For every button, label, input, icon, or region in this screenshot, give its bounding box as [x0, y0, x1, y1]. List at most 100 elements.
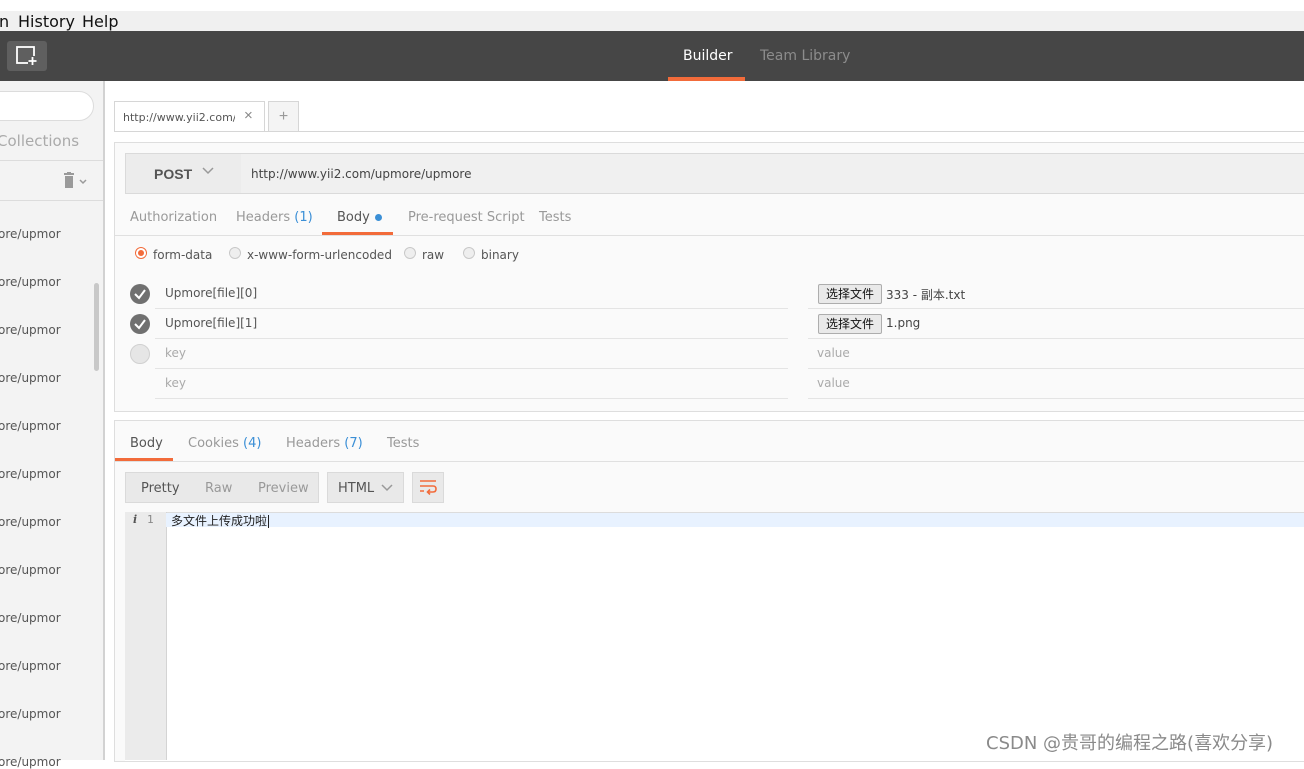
row-enabled-checkbox[interactable] — [130, 344, 150, 364]
menu-item-history[interactable]: History — [18, 12, 75, 31]
tab-prerequest-script[interactable]: Pre-request Script — [408, 210, 525, 225]
row-divider — [808, 338, 1304, 339]
tab-team-library[interactable]: Team Library — [760, 48, 850, 64]
response-body-text: 多文件上传成功啦 — [171, 512, 270, 529]
editor-gutter — [125, 512, 167, 760]
view-pretty-button[interactable]: Pretty — [141, 481, 180, 496]
chevron-down-icon — [202, 167, 214, 175]
close-icon[interactable]: × — [244, 107, 253, 124]
check-icon — [134, 289, 146, 300]
row-divider — [155, 338, 788, 339]
sidebar-divider — [0, 200, 103, 201]
tab-headers[interactable]: Headers (1) — [236, 210, 313, 225]
response-body-line: 多文件上传成功啦 — [171, 514, 268, 528]
subtab-divider — [115, 235, 1304, 236]
history-item[interactable]: ore/upmor — [0, 227, 61, 241]
method-label: POST — [154, 166, 193, 182]
cookies-count: (4) — [243, 436, 262, 451]
row-divider — [155, 398, 788, 399]
chevron-down-icon — [381, 484, 393, 492]
format-select[interactable]: HTML — [327, 472, 404, 503]
new-window-button[interactable] — [7, 41, 47, 71]
key-input[interactable]: key — [165, 346, 186, 360]
view-preview-button[interactable]: Preview — [258, 481, 309, 496]
key-input[interactable]: key — [165, 376, 186, 390]
history-item[interactable]: ore/upmor — [0, 419, 61, 433]
headers-label: Headers — [286, 436, 341, 451]
file-name: 333 - 副本.txt — [886, 288, 966, 302]
tab-bar-line — [114, 131, 1304, 132]
choose-file-button[interactable]: 选择文件 — [818, 314, 882, 334]
response-editor[interactable] — [125, 512, 1304, 761]
menu-item-file[interactable]: n — [0, 12, 9, 31]
cookies-label: Cookies — [188, 436, 239, 451]
view-raw-button[interactable]: Raw — [205, 481, 232, 496]
history-item[interactable]: ore/upmor — [0, 371, 61, 385]
tab-authorization[interactable]: Authorization — [130, 210, 217, 225]
history-item[interactable]: ore/upmor — [0, 755, 61, 769]
row-divider — [155, 368, 788, 369]
new-window-icon — [16, 46, 38, 66]
radio-unselected-icon — [229, 247, 241, 259]
request-tab-label: http://www.yii2.com/upmore/upmore — [123, 111, 235, 124]
response-tab-tests[interactable]: Tests — [387, 436, 419, 451]
radio-label: binary — [481, 248, 519, 262]
history-item[interactable]: ore/upmor — [0, 611, 61, 625]
headers-count: (1) — [294, 210, 313, 225]
response-tab-cookies[interactable]: Cookies (4) — [188, 436, 261, 451]
active-tab-underline — [668, 77, 745, 81]
active-line-highlight — [166, 513, 1304, 527]
row-enabled-checkbox[interactable] — [130, 284, 150, 304]
tab-headers-label: Headers — [236, 210, 291, 225]
tab-body[interactable]: Body — [337, 210, 382, 225]
sidebar-scrollbar[interactable] — [94, 283, 99, 371]
tab-tests[interactable]: Tests — [539, 210, 571, 225]
add-tab-button[interactable]: + — [268, 101, 299, 132]
row-enabled-checkbox[interactable] — [130, 314, 150, 334]
url-text: http://www.yii2.com/upmore/upmore — [251, 167, 472, 181]
form-key[interactable]: Upmore[file][0] — [165, 286, 257, 300]
wrap-lines-button[interactable] — [412, 472, 444, 503]
format-label: HTML — [338, 481, 375, 496]
history-item[interactable]: ore/upmor — [0, 275, 61, 289]
info-icon: i — [133, 513, 138, 526]
url-input[interactable]: http://www.yii2.com/upmore/upmore — [241, 153, 1304, 194]
text-cursor — [268, 515, 270, 528]
collections-tab[interactable]: Collections — [0, 132, 79, 150]
row-divider — [155, 308, 788, 309]
value-input[interactable]: value — [817, 376, 850, 390]
sidebar-resize-handle[interactable] — [103, 81, 105, 760]
menu-bar: n History Help — [0, 11, 1304, 31]
radio-label: form-data — [153, 248, 213, 262]
request-tab[interactable]: http://www.yii2.com/upmore/upmore × — [114, 101, 265, 132]
response-tab-body[interactable]: Body — [130, 436, 163, 451]
row-divider — [808, 308, 1304, 309]
history-item[interactable]: ore/upmor — [0, 323, 61, 337]
body-indicator-dot — [374, 214, 382, 221]
trash-icon[interactable] — [62, 172, 90, 190]
response-tab-headers[interactable]: Headers (7) — [286, 436, 363, 451]
form-key[interactable]: Upmore[file][1] — [165, 316, 257, 330]
response-tab-divider — [115, 461, 1304, 462]
headers-count: (7) — [344, 436, 363, 451]
view-mode-group: Pretty Raw Preview — [125, 472, 319, 503]
sidebar-divider — [0, 160, 103, 161]
menu-item-help[interactable]: Help — [82, 12, 118, 31]
history-item[interactable]: ore/upmor — [0, 467, 61, 481]
sidebar-search-input[interactable] — [0, 91, 94, 121]
choose-file-button[interactable]: 选择文件 — [818, 284, 882, 304]
history-item[interactable]: ore/upmor — [0, 515, 61, 529]
value-input[interactable]: value — [817, 346, 850, 360]
radio-label: raw — [422, 248, 445, 262]
sidebar: Collections ore/upmor ore/upmor ore/upmo… — [0, 81, 103, 769]
history-item[interactable]: ore/upmor — [0, 659, 61, 673]
method-select[interactable]: POST — [125, 153, 243, 194]
app-header: Builder Team Library — [0, 31, 1304, 81]
history-item[interactable]: ore/upmor — [0, 707, 61, 721]
line-number: 1 — [147, 513, 154, 526]
history-item[interactable]: ore/upmor — [0, 563, 61, 577]
check-icon — [134, 319, 146, 330]
radio-unselected-icon — [404, 247, 416, 259]
tab-builder[interactable]: Builder — [683, 48, 733, 64]
radio-unselected-icon — [463, 247, 475, 259]
